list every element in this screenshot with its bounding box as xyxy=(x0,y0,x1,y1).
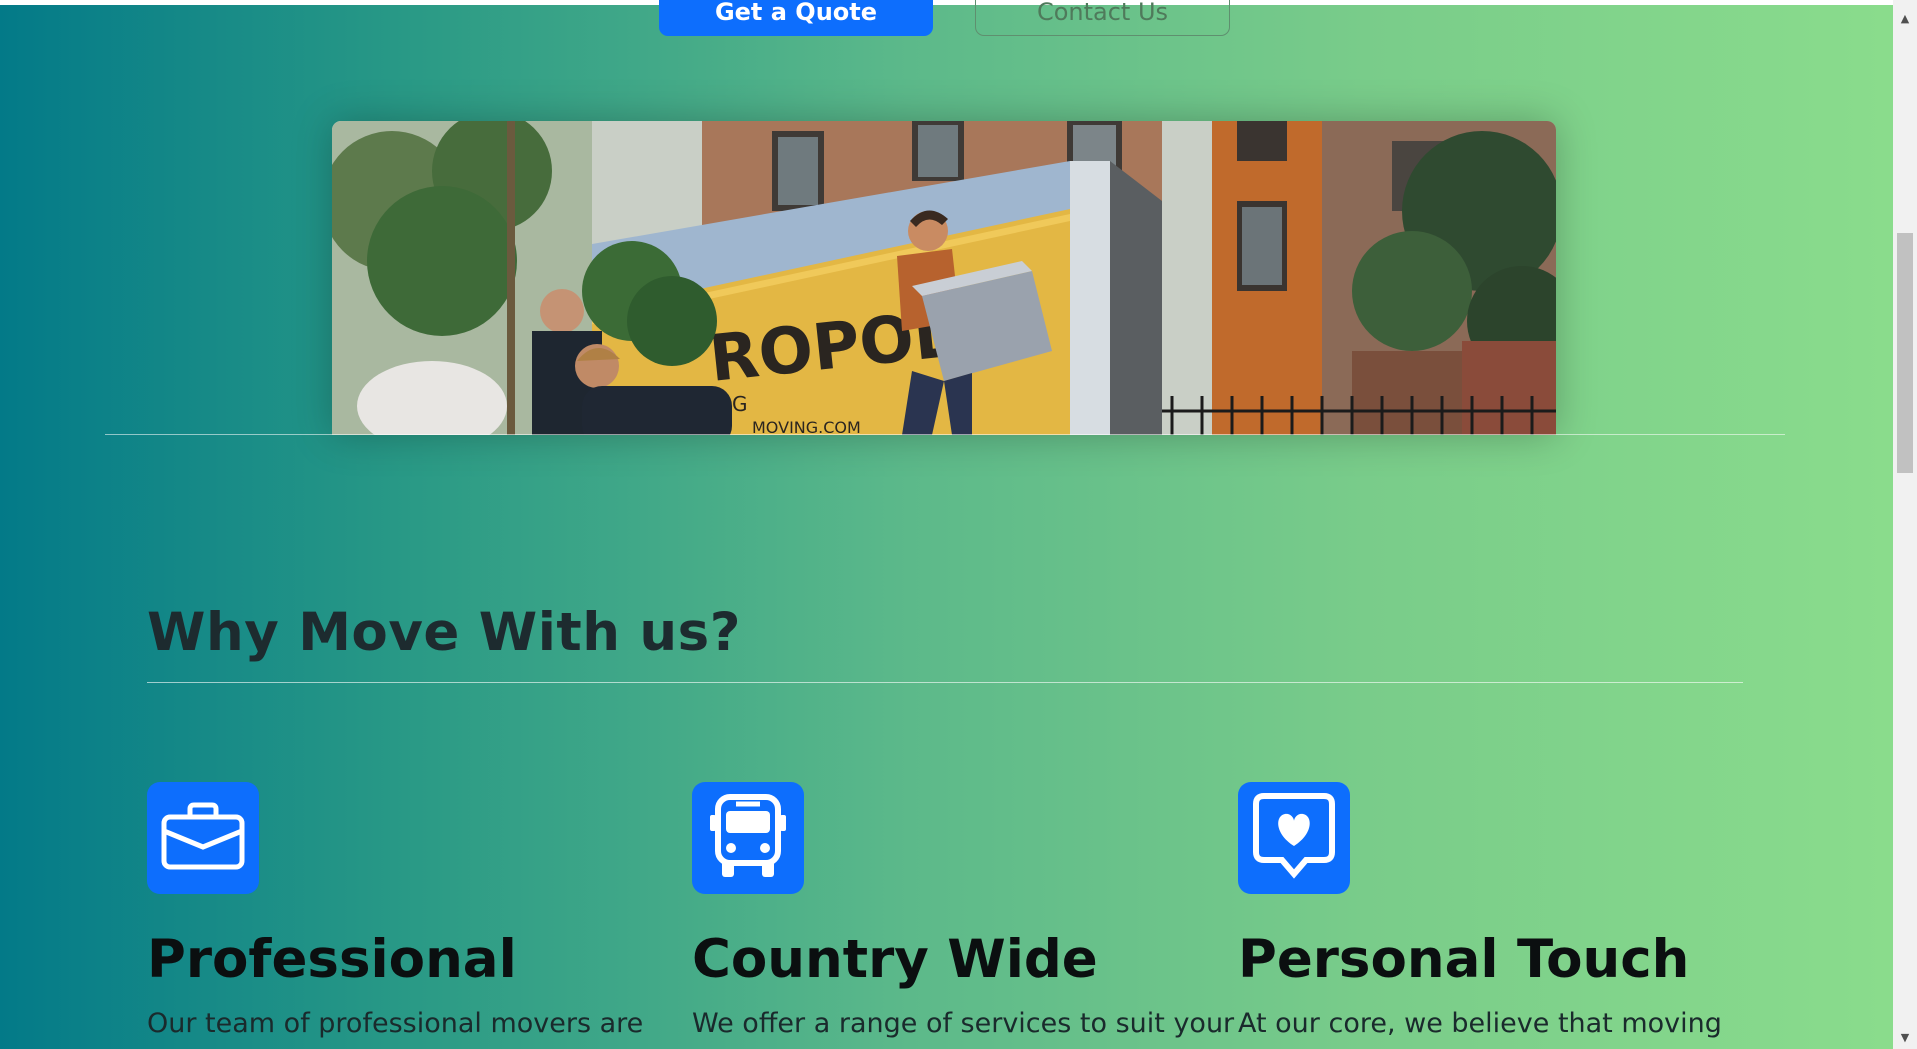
feature-icon-box xyxy=(692,782,804,894)
bus-icon xyxy=(708,793,788,883)
title-divider xyxy=(147,682,1743,683)
feature-text: At our core, we believe that moving xyxy=(1238,1007,1722,1039)
get-quote-button[interactable]: Get a Quote xyxy=(659,0,933,36)
scrollbar-thumb[interactable] xyxy=(1897,233,1913,473)
feature-icon-box xyxy=(1238,782,1350,894)
feature-title: Personal Touch xyxy=(1238,929,1690,990)
hero-image: ROPOLIS G MOVING.COM xyxy=(332,121,1556,435)
feature-text: We offer a range of services to suit you… xyxy=(692,1007,1235,1039)
feature-text: Our team of professional movers are xyxy=(147,1007,644,1039)
vertical-scrollbar[interactable]: ▲ ▼ xyxy=(1893,0,1917,1049)
contact-us-button[interactable]: Contact Us xyxy=(975,0,1230,36)
scroll-down-arrow-icon[interactable]: ▼ xyxy=(1893,1027,1917,1047)
feature-professional: Professional Our team of professional mo… xyxy=(147,782,667,1043)
feature-icon-box xyxy=(147,782,259,894)
section-divider xyxy=(105,434,1785,435)
feature-title: Professional xyxy=(147,929,517,990)
section-title: Why Move With us? xyxy=(147,602,741,663)
top-strip xyxy=(0,0,1893,5)
svg-text:G: G xyxy=(732,392,748,416)
scroll-up-arrow-icon[interactable]: ▲ xyxy=(1893,8,1917,28)
briefcase-icon xyxy=(160,801,246,875)
feature-personal-touch: Personal Touch At our core, we believe t… xyxy=(1238,782,1758,1043)
page-viewport: Get a Quote Contact Us ROPOLIS G MOVING.… xyxy=(0,0,1893,1049)
feature-country-wide: Country Wide We offer a range of service… xyxy=(692,782,1235,1043)
chat-heart-icon xyxy=(1252,792,1336,884)
feature-title: Country Wide xyxy=(692,929,1098,990)
svg-text:MOVING.COM: MOVING.COM xyxy=(752,418,861,435)
